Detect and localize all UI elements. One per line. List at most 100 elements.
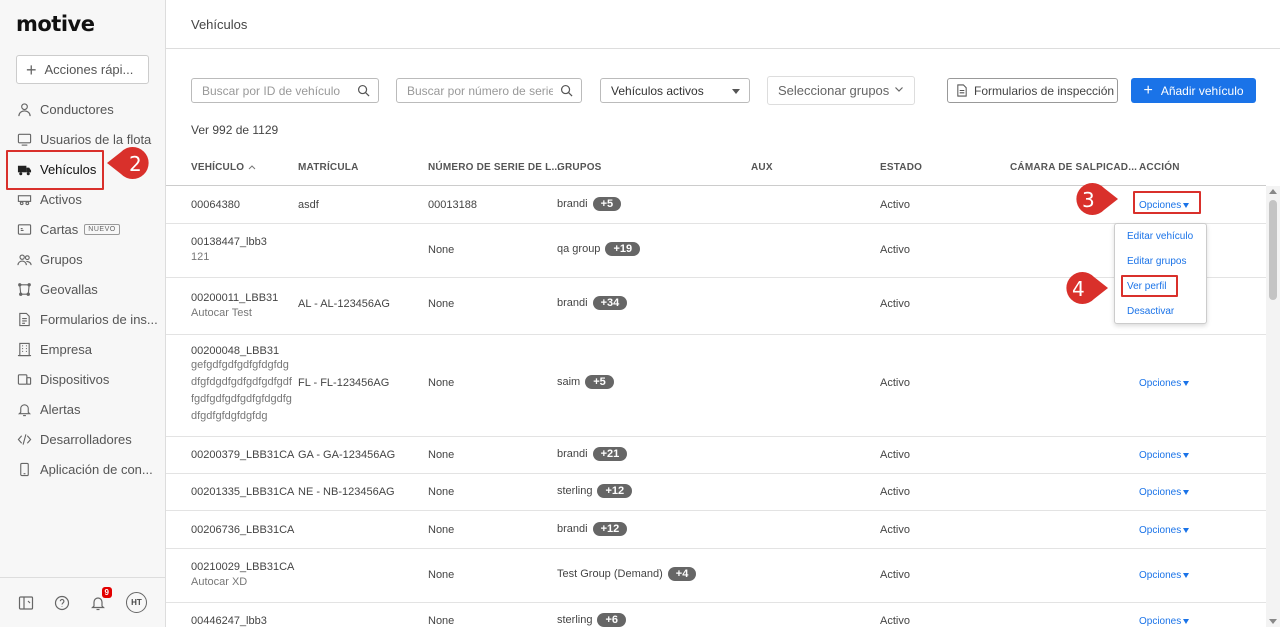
person-icon bbox=[17, 102, 32, 117]
groups: brandi +12 bbox=[557, 522, 628, 536]
sidebar: motive + Acciones rápi... Conductores Us… bbox=[0, 0, 166, 627]
more-groups-badge[interactable]: +12 bbox=[597, 484, 633, 498]
sidebar-item-label: Grupos bbox=[40, 251, 83, 267]
options-dropdown[interactable]: Opciones bbox=[1139, 378, 1190, 389]
sidebar-item-label: Geovallas bbox=[40, 281, 98, 297]
options-dropdown[interactable]: Opciones bbox=[1139, 570, 1190, 581]
more-groups-badge[interactable]: +5 bbox=[592, 197, 622, 211]
col-camera[interactable]: CÁMARA DE SALPICAD... bbox=[1010, 162, 1137, 173]
vehicle-id[interactable]: 00064380 bbox=[191, 199, 240, 211]
options-label: Opciones bbox=[1139, 450, 1182, 461]
table-row[interactable]: 00210029_LBB31CA Autocar XD None Test Gr… bbox=[166, 549, 1266, 603]
options-dropdown[interactable]: Opciones bbox=[1139, 487, 1190, 498]
options-label: Opciones bbox=[1139, 487, 1182, 498]
col-groups[interactable]: GRUPOS bbox=[557, 162, 602, 173]
serial: 00013188 bbox=[428, 199, 477, 211]
sidebar-item-conductores[interactable]: Conductores bbox=[0, 94, 165, 124]
scroll-thumb[interactable] bbox=[1269, 200, 1277, 300]
sidebar-item-empresa[interactable]: Empresa bbox=[0, 334, 165, 364]
map-settings-icon[interactable] bbox=[18, 595, 34, 611]
more-groups-badge[interactable]: +21 bbox=[592, 447, 628, 461]
table-row[interactable]: 00206736_LBB31CA None brandi +12 Activo O… bbox=[166, 511, 1266, 549]
more-groups-badge[interactable]: +6 bbox=[597, 613, 627, 627]
phone-icon bbox=[17, 462, 32, 477]
vehicle-id[interactable]: 00446247_lbb3 bbox=[191, 615, 267, 627]
plate: asdf bbox=[298, 199, 319, 211]
serial: None bbox=[428, 298, 455, 310]
table-row[interactable]: 00200379_LBB31CA GA - GA-123456AG None b… bbox=[166, 437, 1266, 474]
menu-item-edit-groups[interactable]: Editar grupos bbox=[1127, 256, 1186, 267]
sidebar-item-label: Cartas bbox=[40, 221, 79, 237]
caret-down-icon bbox=[1183, 527, 1190, 533]
col-aux[interactable]: AUX bbox=[751, 162, 773, 173]
sidebar-item-formularios[interactable]: Formularios de ins... bbox=[0, 304, 165, 334]
options-dropdown[interactable]: Opciones bbox=[1139, 525, 1190, 536]
col-plate[interactable]: MATRÍCULA bbox=[298, 162, 359, 173]
sidebar-item-grupos[interactable]: Grupos bbox=[0, 244, 165, 274]
vehicle-subtitle: Autocar Test bbox=[191, 307, 252, 319]
notifications-bell-icon[interactable]: 9 bbox=[90, 586, 112, 611]
sidebar-footer: 9 HT bbox=[0, 577, 165, 627]
menu-item-edit-vehicle[interactable]: Editar vehículo bbox=[1127, 231, 1193, 242]
inspection-forms-button[interactable]: Formularios de inspección bbox=[947, 78, 1118, 103]
sidebar-item-aplicacion[interactable]: Aplicación de con... bbox=[0, 454, 165, 484]
document-icon bbox=[17, 312, 32, 327]
plate: GA - GA-123456AG bbox=[298, 449, 396, 461]
status: Activo bbox=[880, 199, 910, 211]
menu-item-deactivate[interactable]: Desactivar bbox=[1127, 306, 1174, 317]
more-groups-badge[interactable]: +12 bbox=[592, 522, 628, 536]
search-vehicle-id-input[interactable]: Buscar por ID de vehículo bbox=[191, 78, 379, 103]
table-row[interactable]: 00200048_LBB31 gefgdfgdfgdfgfdgfdg dfgfd… bbox=[166, 335, 1266, 437]
avatar[interactable]: HT bbox=[126, 592, 147, 613]
sidebar-item-dispositivos[interactable]: Dispositivos bbox=[0, 364, 165, 394]
table-scrollbar[interactable] bbox=[1266, 186, 1280, 627]
groups: sterling +12 bbox=[557, 484, 633, 498]
options-dropdown[interactable]: Opciones bbox=[1139, 616, 1190, 627]
vehicle-id[interactable]: 00206736_LBB31CA bbox=[191, 524, 294, 536]
more-groups-badge[interactable]: +19 bbox=[605, 242, 641, 256]
status: Activo bbox=[880, 298, 910, 310]
devices-icon bbox=[17, 372, 32, 387]
map-card-icon bbox=[17, 222, 32, 237]
quick-actions-button[interactable]: + Acciones rápi... bbox=[16, 55, 149, 84]
motive-logo[interactable]: motive bbox=[16, 12, 95, 36]
status: Activo bbox=[880, 569, 910, 581]
col-vehicle[interactable]: VEHÍCULO bbox=[191, 162, 256, 173]
caret-down-icon bbox=[732, 89, 740, 94]
groups-select[interactable]: Seleccionar grupos bbox=[767, 76, 915, 105]
vehicle-subtitle: 121 bbox=[191, 251, 210, 263]
search-icon bbox=[357, 84, 370, 97]
sidebar-item-desarrolladores[interactable]: Desarrolladores bbox=[0, 424, 165, 454]
sidebar-item-cartas[interactable]: Cartas NUEVO bbox=[0, 214, 165, 244]
scroll-down-arrow-icon[interactable] bbox=[1269, 619, 1277, 624]
scroll-up-arrow-icon[interactable] bbox=[1269, 189, 1277, 194]
callout-number: 4 bbox=[1072, 277, 1085, 301]
options-dropdown[interactable]: Opciones bbox=[1139, 450, 1190, 461]
vehicle-id[interactable]: 00200379_LBB31CA bbox=[191, 449, 294, 461]
sidebar-item-label: Empresa bbox=[40, 341, 93, 357]
table-row[interactable]: 00201335_LBB31CA NE - NB-123456AG None s… bbox=[166, 474, 1266, 511]
more-groups-badge[interactable]: +5 bbox=[585, 375, 614, 389]
callout-number: 2 bbox=[129, 152, 142, 176]
search-serial-input[interactable]: Buscar por número de serie d bbox=[396, 78, 582, 103]
sidebar-item-geovallas[interactable]: Geovallas bbox=[0, 274, 165, 304]
serial: None bbox=[428, 244, 455, 256]
sidebar-item-label: Activos bbox=[40, 191, 82, 207]
help-icon[interactable] bbox=[54, 595, 70, 611]
more-groups-badge[interactable]: +34 bbox=[592, 296, 628, 310]
callout-number: 3 bbox=[1082, 188, 1095, 212]
table-row[interactable]: 00138447_lbb3 121 None qa group +19 Activ… bbox=[166, 224, 1266, 278]
add-vehicle-button[interactable]: + Añadir vehículo bbox=[1131, 78, 1256, 103]
more-groups-badge[interactable]: +4 bbox=[667, 567, 697, 581]
col-serial[interactable]: NÚMERO DE SERIE DE L... bbox=[428, 162, 560, 173]
vehicle-id[interactable]: 00201335_LBB31CA bbox=[191, 486, 294, 498]
table-row[interactable]: 00446247_lbb3 None sterling +6 Activo Opc… bbox=[166, 603, 1266, 627]
col-status[interactable]: ESTADO bbox=[880, 162, 922, 173]
code-icon bbox=[17, 432, 32, 447]
groups-select-value: Seleccionar grupos bbox=[778, 83, 890, 98]
sidebar-item-alertas[interactable]: Alertas bbox=[0, 394, 165, 424]
building-icon bbox=[17, 342, 32, 357]
groups: Test Group (Demand) +4 bbox=[557, 567, 697, 581]
vehicle-status-select[interactable]: Vehículos activos bbox=[600, 78, 750, 103]
groups: qa group +19 bbox=[557, 242, 641, 256]
